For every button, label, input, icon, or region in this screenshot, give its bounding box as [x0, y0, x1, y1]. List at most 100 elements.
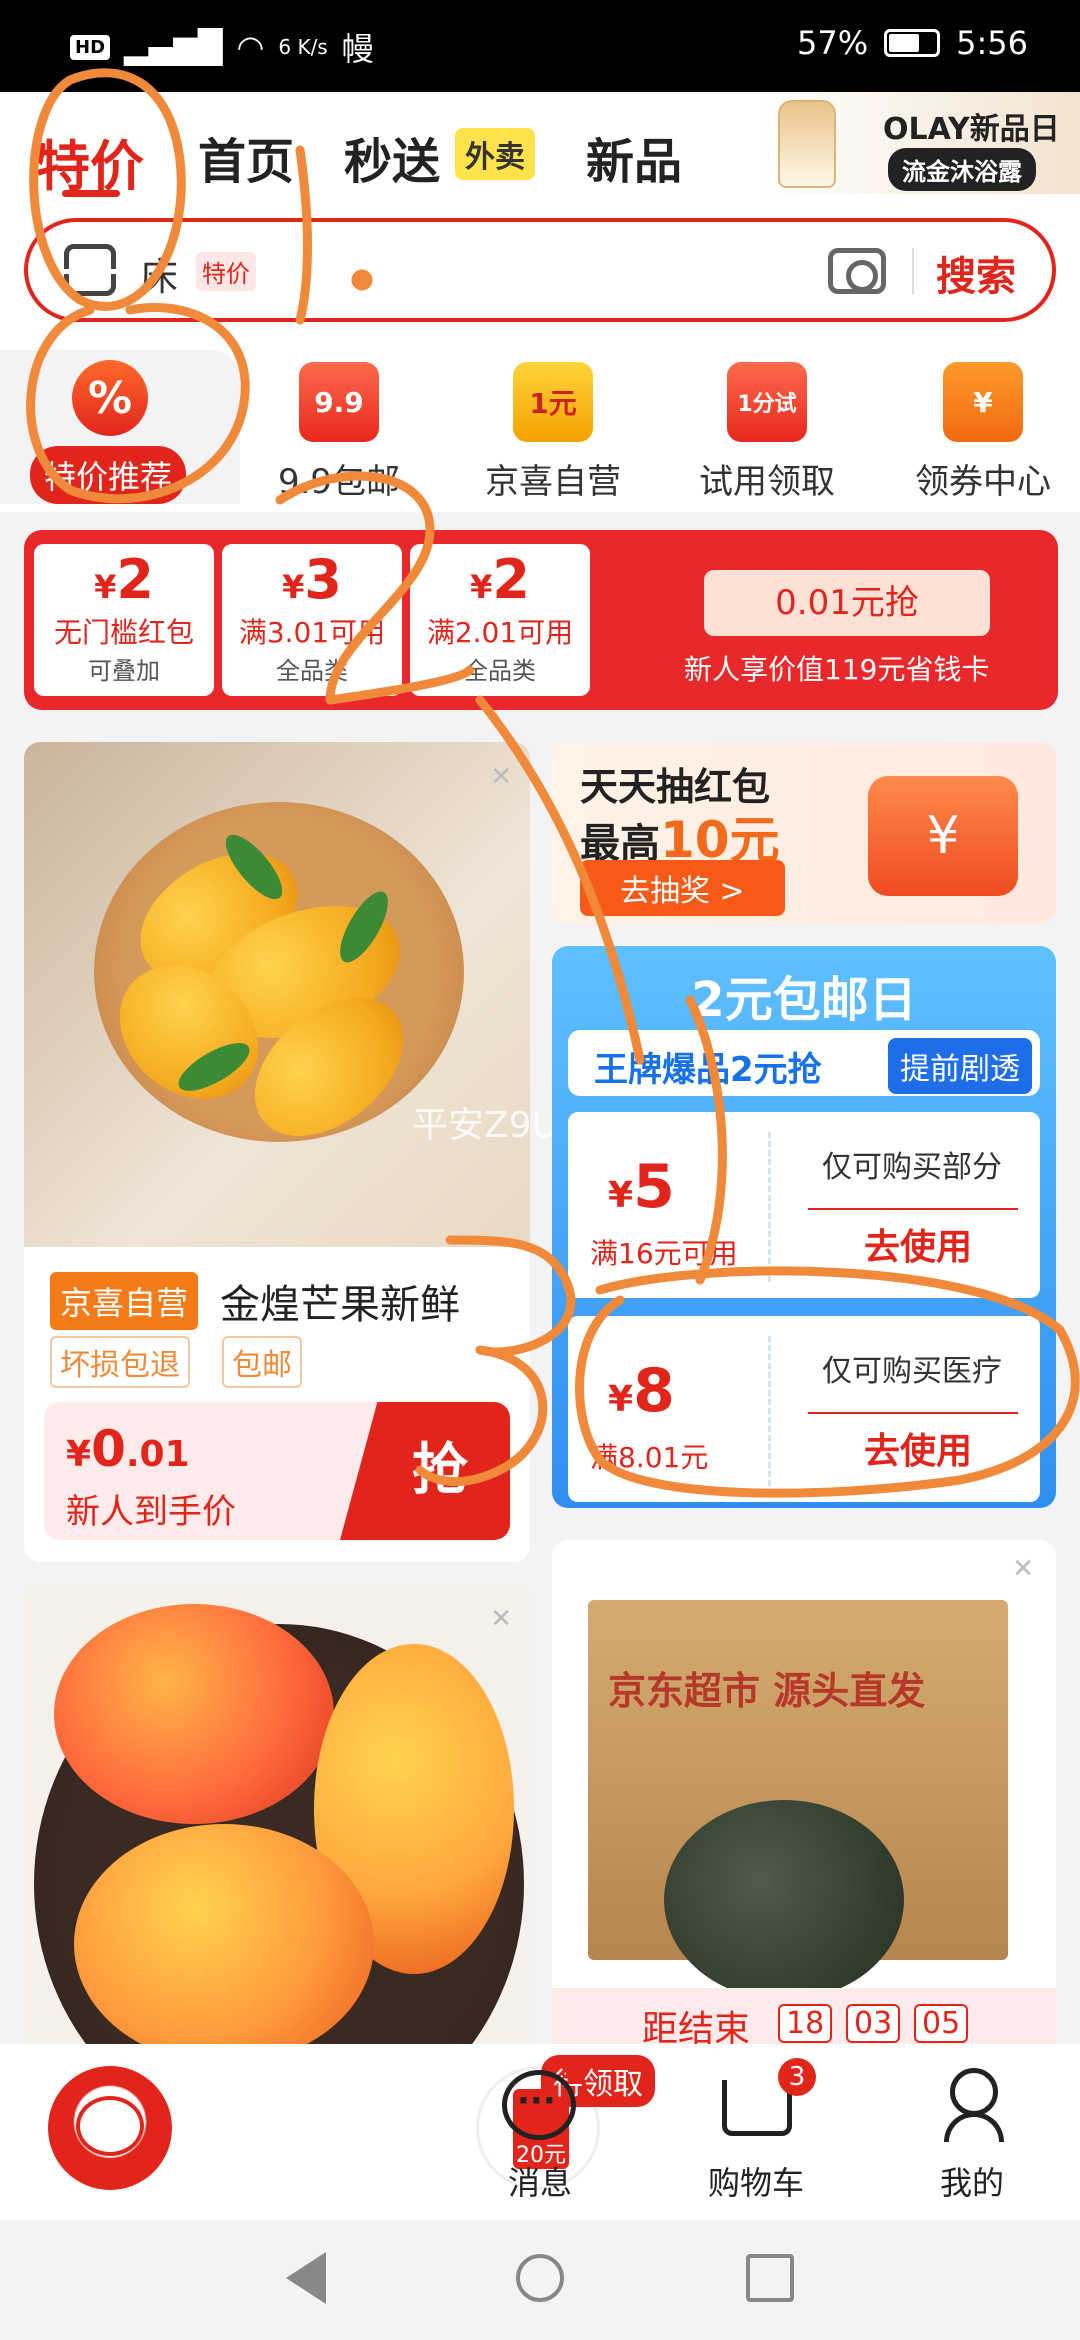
countdown-seconds: 05	[914, 2004, 969, 2043]
close-icon[interactable]: ✕	[1012, 1554, 1034, 1584]
box-text: 京东超市 源头直发	[608, 1669, 926, 1713]
tab-underline	[62, 190, 120, 197]
coupon-amount: 2	[492, 548, 530, 611]
status-bar: HD ▂▄▆█ ◠ 6 K/s 幔 57% 5:56	[0, 0, 1080, 92]
bottom-tab-bar: 20元 待领取 消息 购物车 3 我的	[0, 2044, 1080, 2220]
voucher-card[interactable]: ¥8 满8.01元 仅可购买医疗 去使用	[568, 1316, 1040, 1502]
olay-sub: 流金沐浴露	[888, 148, 1036, 191]
notification-dot	[566, 2064, 586, 2084]
category-9-9[interactable]: 9.9 9.9包邮	[244, 362, 434, 503]
coupon-card[interactable]: ¥3 满3.01可用 全品类	[222, 544, 402, 696]
service-tag: 坏损包退	[50, 1336, 190, 1388]
category-label: 特价推荐	[30, 446, 187, 504]
lucky-draw-banner[interactable]: 天天抽红包 最高10元 去抽奖 > ¥	[552, 742, 1056, 924]
promo-bar-text: 王牌爆品2元抢	[594, 1050, 822, 1090]
product-name: 金煌芒果新鲜	[220, 1282, 460, 1328]
category-tejia-tuijian[interactable]: % 特价推荐	[0, 350, 240, 504]
tab-home[interactable]: 首页	[198, 122, 294, 192]
category-label: 京喜自营	[485, 462, 621, 502]
tab-miaosong[interactable]: 秒送	[344, 122, 440, 192]
category-label: 领券中心	[915, 462, 1051, 502]
red-envelope-icon: ¥	[868, 776, 1018, 896]
category-label: 试用领取	[699, 462, 835, 502]
search-divider	[912, 248, 914, 294]
tab-jd-home[interactable]	[0, 2044, 216, 2220]
back-nav-icon[interactable]	[286, 2252, 326, 2304]
category-trial[interactable]: 1分试 试用领取	[672, 362, 862, 503]
preview-button[interactable]: 提前剧透	[888, 1038, 1032, 1094]
category-coupon-center[interactable]: ¥ 领券中心	[888, 362, 1078, 503]
product-price: ¥0.01	[66, 1420, 190, 1478]
promo-bar[interactable]: 王牌爆品2元抢 提前剧透	[568, 1030, 1040, 1096]
product-card-pumpkin[interactable]: ✕ 京东超市 源头直发 距结束 18 03 05	[552, 1540, 1056, 2060]
category-label: 9.9包邮	[277, 462, 401, 502]
percent-icon: %	[72, 360, 148, 436]
price-label: 新人到手价	[66, 1492, 236, 1532]
coupon-scope: 全品类	[464, 657, 536, 685]
countdown-minutes: 03	[846, 2004, 901, 2043]
coupon-condition: 满3.01可用	[238, 616, 386, 649]
user-icon	[944, 2068, 1004, 2142]
recents-nav-icon[interactable]	[746, 2254, 794, 2302]
joy-mascot-icon	[48, 2066, 172, 2190]
one-yuan-icon: 1元	[513, 362, 593, 442]
app-status: 幔	[341, 30, 374, 68]
coupon-strip[interactable]: ¥2 无门槛红包 可叠加 ¥3 满3.01可用 全品类 ¥2 满2.01可用 全…	[24, 530, 1058, 710]
wifi-icon: ◠	[236, 28, 265, 66]
tab-label: 我的	[939, 2164, 1004, 2202]
coupon-amount: 3	[304, 548, 342, 611]
newcomer-cta-button[interactable]: 0.01元抢	[704, 570, 990, 636]
countdown-hours: 18	[778, 2004, 833, 2043]
promo-title: 2元包邮日	[691, 972, 917, 1028]
voucher-card[interactable]: ¥5 满16元可用 仅可购买部分 去使用	[568, 1112, 1040, 1298]
coupon-amount: 2	[116, 548, 154, 611]
tab-new[interactable]: 新品	[586, 122, 682, 192]
cart-count-badge: 3	[778, 2058, 816, 2096]
net-speed: 6 K/s	[278, 35, 328, 59]
olay-banner[interactable]: OLAY新品日 流金沐浴露	[758, 92, 1080, 194]
newcomer-subtitle: 新人享价值119元省钱卡	[684, 653, 990, 686]
tab-red-packet[interactable]: 20元 待领取	[216, 2044, 655, 2220]
voucher-condition: 满16元可用	[590, 1237, 738, 1270]
voucher-amount: ¥5	[608, 1152, 675, 1222]
message-icon	[502, 2070, 576, 2140]
system-nav-bar	[0, 2220, 1080, 2340]
voucher-amount: ¥8	[608, 1356, 675, 1426]
signal-icon: ▂▄▆█	[124, 28, 223, 66]
search-button[interactable]: 搜索	[936, 244, 1016, 302]
camera-icon[interactable]	[828, 248, 886, 294]
hd-icon: HD	[70, 34, 111, 60]
voucher-condition: 满8.01元	[590, 1441, 709, 1474]
product-card-mango-2[interactable]: ✕	[24, 1584, 530, 2064]
voucher-desc: 仅可购买部分	[822, 1150, 1002, 1185]
top-header: 特价 首页 秒送 外卖 新品 OLAY新品日 流金沐浴露 床 特价 搜索 % 特…	[0, 92, 1080, 512]
coupon-icon: ¥	[943, 362, 1023, 442]
coupon-scope: 全品类	[276, 657, 348, 685]
home-nav-icon[interactable]	[516, 2254, 564, 2302]
product-card-mango[interactable]: ✕ 京喜自营 金煌芒果新鲜 坏损包退 包邮 ¥0.01 新人到手价 抢	[24, 742, 530, 1562]
olay-title: OLAY新品日	[883, 112, 1060, 147]
battery-level: 57%	[797, 24, 869, 62]
jingxi-badge: 京喜自营	[50, 1272, 199, 1330]
coupon-card[interactable]: ¥2 满2.01可用 全品类	[410, 544, 590, 696]
close-icon[interactable]: ✕	[490, 1604, 512, 1634]
tab-label: 消息	[507, 2164, 572, 2202]
pumpkin-image	[664, 1800, 904, 2000]
waimai-badge: 外卖	[455, 128, 535, 180]
close-icon[interactable]: ✕	[490, 762, 512, 792]
clock: 5:56	[956, 24, 1028, 62]
tab-label: 购物车	[707, 2164, 804, 2202]
grab-button[interactable]: 抢	[340, 1402, 510, 1540]
two-yuan-promo[interactable]: 2元包邮日 王牌爆品2元抢 提前剧透 ¥5 满16元可用 仅可购买部分 去使用 …	[552, 946, 1056, 1508]
search-bar[interactable]: 床 特价 搜索	[24, 218, 1056, 322]
scan-icon[interactable]	[63, 244, 119, 296]
mango-basket-image	[24, 742, 530, 1247]
coupon-card[interactable]: ¥2 无门槛红包 可叠加	[34, 544, 214, 696]
price-bar[interactable]: ¥0.01 新人到手价 抢	[44, 1402, 510, 1540]
lucky-draw-button[interactable]: 去抽奖 >	[580, 860, 785, 916]
category-jingxi[interactable]: 1元 京喜自营	[458, 362, 648, 503]
voucher-desc: 仅可购买医疗	[822, 1354, 1002, 1389]
coupon-condition: 无门槛红包	[53, 616, 194, 649]
use-button[interactable]: 去使用	[864, 1218, 972, 1270]
use-button[interactable]: 去使用	[864, 1422, 972, 1474]
